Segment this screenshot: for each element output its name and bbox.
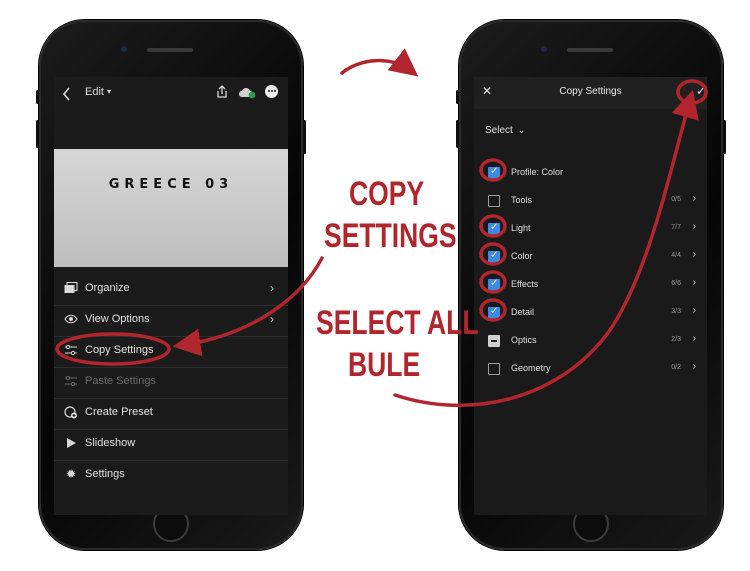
gear-icon: ✹ <box>65 467 77 481</box>
menu-item-create-preset[interactable]: Create Preset <box>54 398 288 430</box>
edit-top-bar: Edit ▾ <box>54 77 288 117</box>
volume-up-button <box>36 120 39 148</box>
option-label: Geometry <box>511 363 551 373</box>
front-camera <box>121 46 127 52</box>
checkbox[interactable] <box>488 335 500 347</box>
chevron-left-icon[interactable] <box>62 87 76 103</box>
power-button <box>723 120 726 154</box>
chevron-down-icon: ⌄ <box>517 125 526 135</box>
menu-label: Slideshow <box>85 437 136 449</box>
option-count: 3/3 <box>671 308 681 315</box>
power-button <box>303 120 306 154</box>
option-count: 0/2 <box>671 364 681 371</box>
select-label: Select <box>485 125 513 136</box>
more-icon[interactable] <box>265 85 278 98</box>
checkbox[interactable] <box>488 195 500 207</box>
view-options-icon <box>64 313 78 326</box>
volume-up-button <box>456 120 459 148</box>
option-profile-color[interactable]: Profile: Color <box>474 161 707 189</box>
option-label: Tools <box>511 195 533 205</box>
select-dropdown[interactable]: Select ⌄ <box>485 125 525 136</box>
option-color[interactable]: Color 4/4 › <box>474 245 707 273</box>
chevron-down-icon[interactable]: ▾ <box>107 87 111 96</box>
menu-label: Create Preset <box>85 406 153 418</box>
option-label: Detail <box>511 307 535 317</box>
chevron-right-icon[interactable]: › <box>693 361 696 372</box>
chevron-right-icon[interactable]: › <box>693 221 696 232</box>
copy-settings-top-bar: ✕ Copy Settings ✓ <box>474 77 707 109</box>
edit-mode-label[interactable]: Edit <box>85 86 104 98</box>
menu-item-organize[interactable]: Organize › <box>54 274 288 306</box>
checkbox[interactable] <box>488 222 500 235</box>
photo-title-text: GREECE 03 <box>108 177 234 192</box>
menu-label: Copy Settings <box>85 344 154 356</box>
option-tools[interactable]: Tools 0/5 › <box>474 189 707 217</box>
annotation-copy-line2: SETTINGS <box>324 217 457 255</box>
copy-settings-title: Copy Settings <box>559 86 622 97</box>
earpiece-speaker <box>147 48 193 52</box>
option-label: Effects <box>511 279 539 289</box>
annotation-select-line2: BULE <box>348 346 421 384</box>
chevron-right-icon: › <box>270 312 274 326</box>
option-count: 2/3 <box>671 336 681 343</box>
right-screen: ✕ Copy Settings ✓ Select ⌄ Profile: Color… <box>474 77 707 515</box>
option-label: Light <box>511 223 531 233</box>
checkbox[interactable] <box>488 363 500 375</box>
chevron-right-icon[interactable]: › <box>693 305 696 316</box>
chevron-right-icon[interactable]: › <box>693 333 696 344</box>
option-light[interactable]: Light 7/7 › <box>474 217 707 245</box>
checkbox[interactable] <box>488 278 500 291</box>
chevron-right-icon[interactable]: › <box>693 193 696 204</box>
menu-item-slideshow[interactable]: Slideshow <box>54 429 288 461</box>
check-icon[interactable]: ✓ <box>696 84 706 98</box>
checkbox[interactable] <box>488 250 500 263</box>
copy-settings-icon <box>64 344 78 357</box>
share-icon[interactable] <box>215 85 229 101</box>
photo-preview <box>54 149 288 267</box>
menu-label: Settings <box>85 468 125 480</box>
menu-label: Organize <box>85 282 130 294</box>
left-phone: Edit ▾ GREECE 03 Organize › View Options… <box>36 20 306 550</box>
option-optics[interactable]: Optics 2/3 › <box>474 329 707 357</box>
chevron-right-icon[interactable]: › <box>693 249 696 260</box>
option-label: Profile: Color <box>511 167 564 177</box>
menu-item-paste-settings[interactable]: Paste Settings <box>54 367 288 399</box>
menu-label: Paste Settings <box>85 375 156 387</box>
annotation-copy-line1: COPY <box>349 175 425 213</box>
menu-label: View Options <box>85 313 150 325</box>
option-count: 4/4 <box>671 252 681 259</box>
menu-item-settings[interactable]: ✹ Settings <box>54 460 288 491</box>
option-geometry[interactable]: Geometry 0/2 › <box>474 357 707 385</box>
annotation-select-line1: SELECT ALL <box>316 304 479 342</box>
chevron-right-icon[interactable]: › <box>693 277 696 288</box>
create-preset-icon <box>64 406 78 419</box>
option-label: Color <box>511 251 533 261</box>
option-label: Optics <box>511 335 537 345</box>
right-phone: ✕ Copy Settings ✓ Select ⌄ Profile: Color… <box>456 20 726 550</box>
cloud-sync-icon[interactable] <box>237 85 257 101</box>
option-count: 7/7 <box>671 224 681 231</box>
chevron-right-icon: › <box>270 281 274 295</box>
organize-icon <box>64 281 78 295</box>
paste-settings-icon <box>64 375 78 388</box>
play-icon <box>64 437 78 450</box>
earpiece-speaker <box>567 48 613 52</box>
option-count: 6/6 <box>671 280 681 287</box>
option-count: 0/5 <box>671 196 681 203</box>
menu-item-view-options[interactable]: View Options › <box>54 305 288 337</box>
checkbox[interactable] <box>488 306 500 319</box>
mute-switch <box>456 90 459 104</box>
mute-switch <box>36 90 39 104</box>
option-effects[interactable]: Effects 6/6 › <box>474 273 707 301</box>
menu-item-copy-settings[interactable]: Copy Settings <box>54 336 288 368</box>
annotation-arrow-top <box>340 48 419 77</box>
left-screen: Edit ▾ GREECE 03 Organize › View Options… <box>54 77 288 515</box>
checkbox[interactable] <box>488 166 500 179</box>
front-camera <box>541 46 547 52</box>
option-detail[interactable]: Detail 3/3 › <box>474 301 707 329</box>
